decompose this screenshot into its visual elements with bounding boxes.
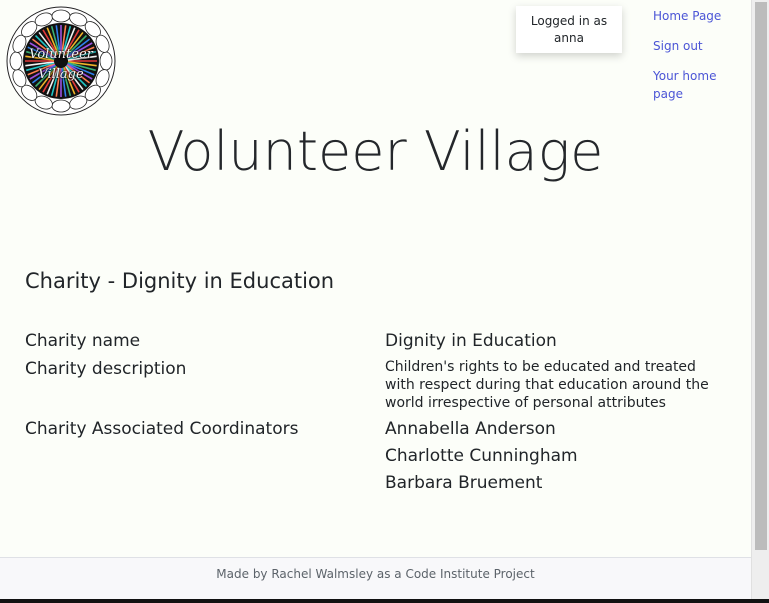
vertical-scrollbar[interactable] [751,0,769,599]
logo-text-line1: Volunteer [29,47,93,62]
nav-signout-link[interactable]: Sign out [653,37,745,55]
logged-in-username: anna [554,31,584,45]
coordinator-item: Charlotte Cunningham [385,446,578,466]
site-logo[interactable]: Volunteer Village [6,6,116,116]
logo-petal [51,9,71,23]
charity-name-value: Dignity in Education [385,331,557,351]
charity-heading: Charity - Dignity in Education [25,269,335,293]
page: Volunteer Village Logged in as anna Home… [0,0,769,603]
nav-your-home-link[interactable]: Your home page [653,67,745,103]
logo-text-line2: Village [38,67,84,82]
logged-in-label: Logged in as [530,14,608,28]
coordinator-item: Barbara Bruement [385,473,543,493]
logo-petal [51,99,71,113]
top-nav: Home Page Sign out Your home page [653,7,745,103]
charity-coordinators-label: Charity Associated Coordinators [25,419,299,439]
nav-home-link[interactable]: Home Page [653,7,745,25]
footer-credit: Made by Rachel Walmsley as a Code Instit… [216,567,535,581]
coordinator-item: Annabella Anderson [385,419,556,439]
charity-description-label: Charity description [25,359,187,379]
main-content: Volunteer Village Logged in as anna Home… [0,0,751,557]
footer: Made by Rachel Walmsley as a Code Instit… [0,557,751,599]
site-title: Volunteer Village [147,120,604,183]
logged-in-status: Logged in as anna [516,6,622,53]
scrollbar-thumb[interactable] [755,2,767,550]
window-bottom-edge [0,599,769,603]
charity-description-value: Children's rights to be educated and tre… [385,359,709,411]
charity-name-label: Charity name [25,331,141,351]
